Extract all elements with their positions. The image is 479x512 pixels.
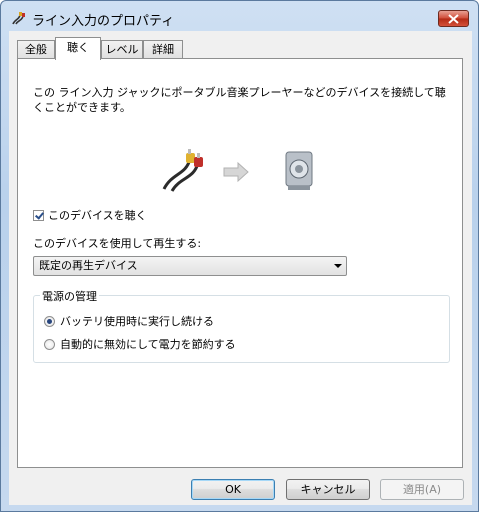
close-icon [448,13,459,24]
right-arrow-icon [223,161,249,183]
radio-keep-running[interactable]: バッテリ使用時に実行し続ける [44,313,214,329]
tab-advanced[interactable]: 詳細 [143,40,183,59]
dialog-client-area: 全般 聴く レベル 詳細 この ライン入力 ジャックにポータブル音楽プレーヤーな… [9,31,472,505]
listen-tab-panel: この ライン入力 ジャックにポータブル音楽プレーヤーなどのデバイスを接続して聴く… [17,58,463,468]
power-management-group: 電源の管理 バッテリ使用時に実行し続ける 自動的に無効にして電力を節約する [33,288,450,363]
radio-disable-label: 自動的に無効にして電力を節約する [60,338,236,351]
listen-checkbox-label: このデバイスを聴く [48,209,147,222]
listen-description: この ライン入力 ジャックにポータブル音楽プレーヤーなどのデバイスを接続して聴く… [33,86,446,114]
listen-illustration [162,149,313,192]
dropdown-arrow-icon [334,264,342,268]
playback-device-select[interactable]: 既定の再生デバイス [33,256,347,276]
tab-general[interactable]: 全般 [17,40,55,59]
apply-button[interactable]: 適用(A) [380,479,464,500]
cancel-button[interactable]: キャンセル [286,479,370,500]
close-button[interactable] [438,10,469,27]
ok-button[interactable]: OK [191,479,275,500]
speaker-icon [285,151,313,190]
playback-label: このデバイスを使用して再生する: [33,237,202,250]
audio-cable-icon [162,149,203,192]
checkbox-checked[interactable] [33,209,44,221]
properties-window: ライン入力のプロパティ 全般 聴く レベル 詳細 この ライン入力 ジャックにポ… [0,0,479,512]
audio-cable-icon [12,12,25,25]
radio-keep-running-label: バッテリ使用時に実行し続ける [60,315,214,328]
radio-disable-to-save-power[interactable]: 自動的に無効にして電力を節約する [44,336,236,352]
radio-button[interactable] [44,338,55,350]
playback-device-value: 既定の再生デバイス [39,259,138,272]
power-group-title: 電源の管理 [40,288,99,304]
radio-button-selected[interactable] [44,315,55,327]
tab-levels[interactable]: レベル [101,40,143,59]
listen-checkbox[interactable]: このデバイスを聴く [33,207,147,223]
title-bar[interactable]: ライン入力のプロパティ [1,1,478,35]
tab-listen[interactable]: 聴く [55,37,101,60]
window-title: ライン入力のプロパティ [32,14,175,29]
